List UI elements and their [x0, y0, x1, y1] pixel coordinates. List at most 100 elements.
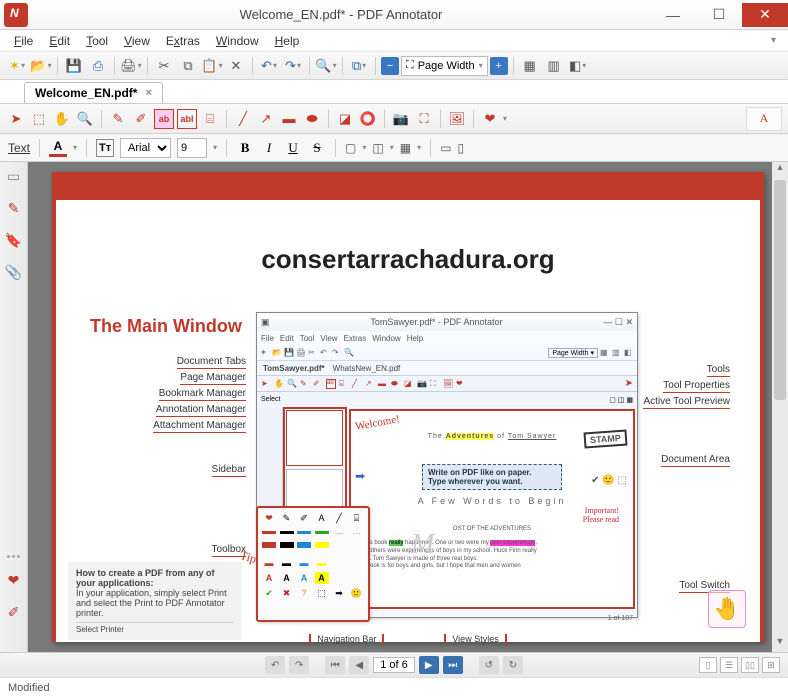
menu-bar: File Edit Tool View Extras Window Help ▾: [0, 30, 788, 52]
zoom-tool-icon[interactable]: 🔍: [75, 109, 95, 129]
border-color-button[interactable]: ◫: [372, 141, 383, 155]
layout1-button[interactable]: ▦: [519, 55, 541, 77]
fit-button[interactable]: ▯: [457, 141, 464, 155]
strike-button[interactable]: S: [308, 140, 326, 156]
bold-button[interactable]: B: [236, 140, 254, 156]
image-tool-icon[interactable]: 🖼: [447, 109, 467, 129]
menu-tool[interactable]: Tool: [78, 32, 116, 50]
print-button[interactable]: 🖨: [120, 55, 142, 77]
arrow-tool-icon[interactable]: ↗: [256, 109, 276, 129]
align-button[interactable]: ▭: [440, 141, 451, 155]
layout2-button[interactable]: ▥: [543, 55, 565, 77]
font-color-button[interactable]: A: [49, 139, 67, 157]
sidebar-page-icon[interactable]: ▭: [4, 166, 24, 186]
fill-color-button[interactable]: ▦: [400, 141, 411, 155]
hand-icon[interactable]: 🤚: [708, 590, 746, 628]
stamp-tool-icon[interactable]: ⌸: [200, 109, 220, 129]
view-twocont-button[interactable]: ⊞: [762, 657, 780, 673]
select-tool-icon[interactable]: ➤: [6, 109, 26, 129]
save-as-button[interactable]: ⎙: [87, 55, 109, 77]
tools-toolbar: ➤ ⬚ ✋ 🔍 ✎ ✐ ab abI ⌸ ╱ ↗ ▬ ⬬ ◪ ⭕ 📷 ⛶ 🖼 ❤…: [0, 104, 788, 134]
nav-back-button[interactable]: ↺: [479, 656, 499, 674]
italic-button[interactable]: I: [260, 140, 278, 156]
copy-button[interactable]: ⧉: [177, 55, 199, 77]
close-button[interactable]: ✕: [742, 3, 788, 27]
line-tool-icon[interactable]: ╱: [233, 109, 253, 129]
layout3-button[interactable]: ◧: [567, 55, 589, 77]
minimize-button[interactable]: —: [650, 3, 696, 27]
font-family-select[interactable]: Arial: [120, 138, 171, 158]
nav-forward-button[interactable]: ↻: [503, 656, 523, 674]
tip-box: Tip How to create a PDF from any of your…: [68, 562, 242, 640]
document-tab-close-icon[interactable]: ×: [145, 87, 151, 99]
fit-icon: ⛶: [406, 59, 414, 72]
nav-last-button[interactable]: ⏭: [443, 656, 463, 674]
text-tool-icon[interactable]: ab: [154, 109, 174, 129]
cut-button[interactable]: ✂: [153, 55, 175, 77]
main-toolbar: ✶ 📂 💾 ⎙ 🖨 ✂ ⧉ 📋 ✕ ↶ ↷ 🔍 ⧉ − ⛶ Page Width…: [0, 52, 788, 80]
eraser-tool-icon[interactable]: ◪: [335, 109, 355, 129]
font-size-input[interactable]: [177, 138, 207, 158]
nested-tool-strip: ➤✋🔍✎✐ab⌸╱↗▬⬬◪📷⛶🖼❤ ➤: [257, 375, 637, 391]
toolbox-panel: ❤✎✐A╱⌸ —⋯ ▬▬▬▬ AAAA ✔✖?⬚➡🙂: [256, 506, 370, 622]
menu-chevron-icon[interactable]: ▾: [763, 33, 782, 48]
camera-tool-icon[interactable]: 📷: [391, 109, 411, 129]
nav-rotate-left-button[interactable]: ↶: [265, 656, 285, 674]
nav-rotate-right-button[interactable]: ↷: [289, 656, 309, 674]
nav-next-button[interactable]: ▶: [419, 656, 439, 674]
sidebar-grip-icon[interactable]: [7, 555, 20, 558]
label-active-preview: Active Tool Preview: [643, 396, 730, 409]
ellipse-tool-icon[interactable]: ⬬: [302, 109, 322, 129]
menu-view[interactable]: View: [116, 32, 158, 50]
marker-tool-icon[interactable]: ✐: [131, 109, 151, 129]
maximize-button[interactable]: ☐: [696, 3, 742, 27]
favorite-tool-icon[interactable]: ❤: [480, 109, 500, 129]
open-button[interactable]: 📂: [30, 55, 52, 77]
menu-extras[interactable]: Extras: [158, 32, 208, 50]
scrollbar-thumb[interactable]: [774, 180, 786, 400]
tip-title: How to create a PDF from any of your app…: [76, 568, 215, 588]
lasso-tool-icon[interactable]: ⬚: [29, 109, 49, 129]
redo-button[interactable]: ↷: [282, 55, 304, 77]
rect-tool-icon[interactable]: ▬: [279, 109, 299, 129]
status-text: Modified: [8, 682, 50, 694]
document-view[interactable]: consertarrachadura.org The Main Window D…: [28, 162, 788, 652]
find-button[interactable]: 🔍: [315, 55, 337, 77]
undo-button[interactable]: ↶: [258, 55, 280, 77]
menu-file[interactable]: File: [6, 32, 41, 50]
save-button[interactable]: 💾: [63, 55, 85, 77]
menu-help[interactable]: Help: [267, 32, 308, 50]
pan-tool-icon[interactable]: ✋: [52, 109, 72, 129]
underline-button[interactable]: U: [284, 140, 302, 156]
zoom-out-button[interactable]: −: [381, 57, 399, 75]
vertical-scrollbar[interactable]: ▲ ▼: [772, 162, 788, 652]
fill-style-button[interactable]: ▢: [345, 141, 356, 155]
view-continuous-button[interactable]: ☰: [720, 657, 738, 673]
zoom-in-button[interactable]: +: [490, 57, 508, 75]
crop-tool-icon[interactable]: ⛶: [414, 109, 434, 129]
page-number[interactable]: 1 of 6: [373, 657, 415, 673]
textbox-tool-icon[interactable]: abI: [177, 109, 197, 129]
zoom-select[interactable]: ⛶ Page Width ▾: [401, 56, 488, 76]
nested-toolbar: ✶📂💾🖨✂↶↷🔍 Page Width ▾ ▦▥◧: [257, 345, 637, 361]
menu-window[interactable]: Window: [208, 32, 267, 50]
font-picker-icon[interactable]: Tт: [96, 139, 114, 157]
view-single-button[interactable]: ▯: [699, 657, 717, 673]
erase-lasso-icon[interactable]: ⭕: [358, 109, 378, 129]
app-icon: [4, 3, 28, 27]
paste-button[interactable]: 📋: [201, 55, 223, 77]
delete-button[interactable]: ✕: [225, 55, 247, 77]
view-twopage-button[interactable]: ▯▯: [741, 657, 759, 673]
pen-tool-icon[interactable]: ✎: [108, 109, 128, 129]
menu-edit[interactable]: Edit: [41, 32, 78, 50]
nav-first-button[interactable]: ⏮: [325, 656, 345, 674]
new-button[interactable]: ✶: [6, 55, 28, 77]
document-tab[interactable]: Welcome_EN.pdf* ×: [24, 82, 163, 103]
snapshot-button[interactable]: ⧉: [348, 55, 370, 77]
sidebar-marker-icon[interactable]: ✐: [4, 602, 24, 622]
sidebar-pen-icon[interactable]: ✎: [4, 198, 24, 218]
sidebar-bookmark-icon[interactable]: 🔖: [4, 230, 24, 250]
sidebar-heart-icon[interactable]: ❤: [4, 570, 24, 590]
nav-prev-button[interactable]: ◀: [349, 656, 369, 674]
sidebar-attachment-icon[interactable]: 📎: [4, 262, 24, 282]
